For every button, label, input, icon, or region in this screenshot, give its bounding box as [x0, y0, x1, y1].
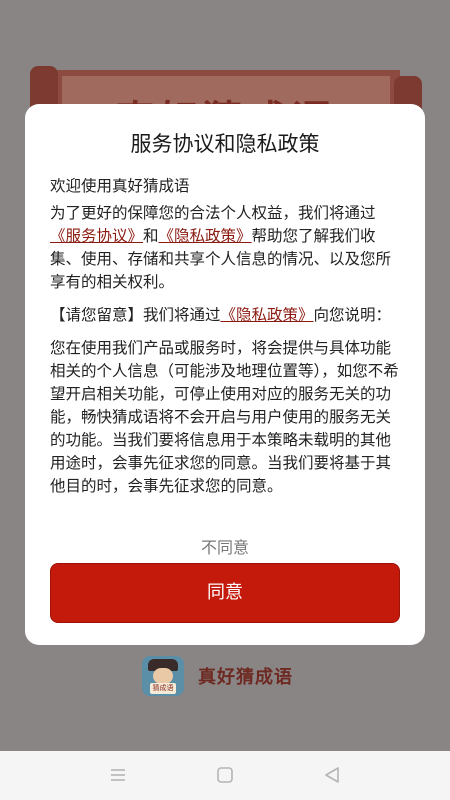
dialog-title: 服务协议和隐私政策 [130, 132, 320, 156]
app-logo-tag: 猜成语 [150, 683, 176, 694]
intro-text-b: 和 [143, 227, 159, 245]
paragraph-details: 您在使用我们产品或服务时，将会提供与具体功能相关的个人信息（可能涉及地理位置等）… [50, 339, 399, 495]
notice-text-b: 向您说明： [313, 306, 392, 324]
service-agreement-link[interactable]: 《服务协议》 [50, 227, 143, 245]
privacy-dialog: 服务协议和隐私政策 欢迎使用真好猜成语 为了更好的保障您的合法个人权益，我们将通… [25, 104, 425, 645]
home-icon[interactable] [215, 765, 235, 785]
app-brand: 猜成语 真好猜成语 [142, 656, 293, 696]
notice-text-a: 【请您留意】我们将通过 [50, 306, 221, 324]
intro-text-a: 为了更好的保障您的合法个人权益，我们将通过 [50, 204, 376, 222]
app-name: 真好猜成语 [198, 667, 293, 688]
scroll-fade [25, 504, 425, 526]
paragraph-notice: 【请您留意】我们将通过《隐私政策》向您说明： [50, 304, 402, 327]
disagree-button[interactable]: 不同意 [25, 534, 425, 558]
dialog-body[interactable]: 欢迎使用真好猜成语 为了更好的保障您的合法个人权益，我们将通过《服务协议》和《隐… [50, 175, 402, 523]
screen: 真好猜成语 猜成语 真好猜成语 服务协议和隐私政策 欢迎使用真好猜成语 为了更好… [0, 0, 450, 800]
greeting-text: 欢迎使用真好猜成语 [50, 177, 190, 195]
paragraph-intro: 为了更好的保障您的合法个人权益，我们将通过《服务协议》和《隐私政策》帮助您了解我… [50, 202, 402, 294]
back-icon[interactable] [322, 765, 342, 785]
system-nav-bar [0, 751, 450, 800]
menu-icon[interactable] [108, 765, 128, 785]
privacy-policy-link[interactable]: 《隐私政策》 [159, 227, 252, 245]
agree-button[interactable]: 同意 [50, 563, 400, 623]
app-logo: 猜成语 [142, 656, 184, 696]
privacy-policy-link-2[interactable]: 《隐私政策》 [221, 306, 314, 324]
